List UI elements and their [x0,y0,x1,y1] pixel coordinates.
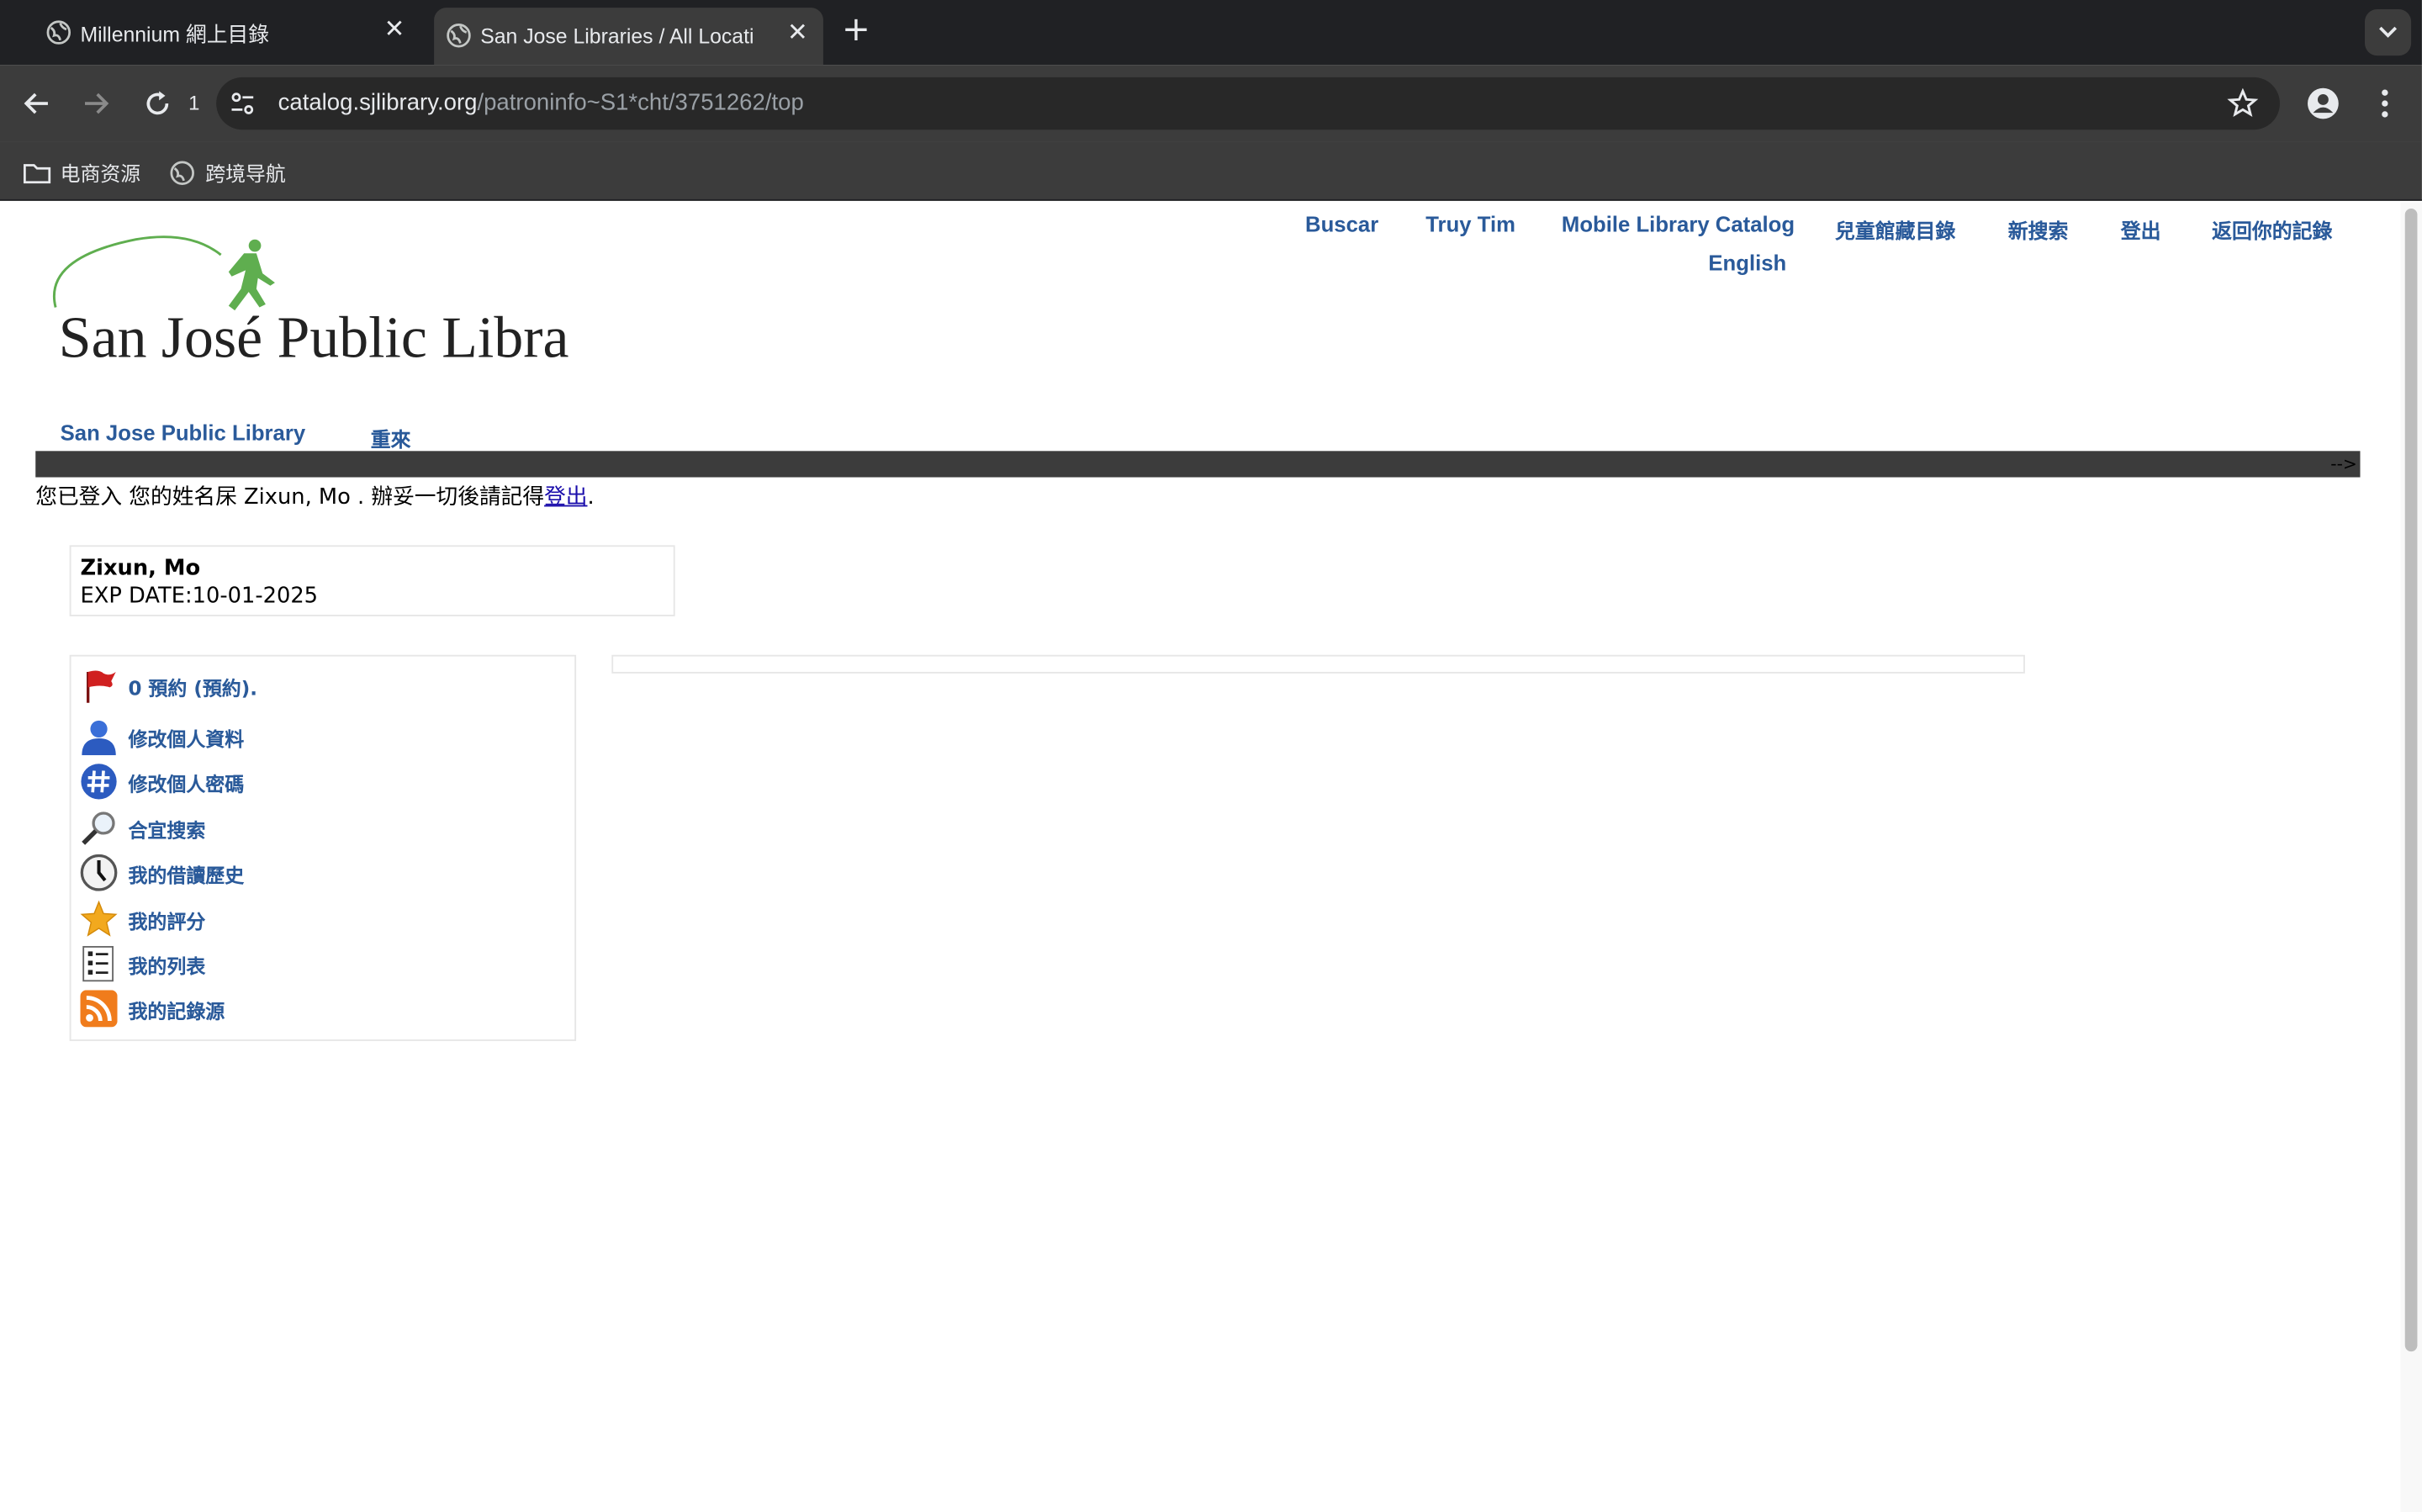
link-mobile-catalog[interactable]: Mobile Library Catalog [1562,212,1795,236]
logo-text: San José Public Library [59,305,568,370]
menu-item-label[interactable]: 合宜搜索 [128,813,205,843]
url-text: catalog.sjlibrary.org/patroninfo~S1*cht/… [278,90,804,116]
menu-item-preferred-search[interactable]: 合宜搜索 [81,809,205,846]
bookmark-link[interactable]: 跨境导航 [168,157,286,187]
bookmarks-bar: 电商资源 跨境导航 [0,141,2422,201]
more-menu-icon[interactable] [2376,87,2394,120]
link-sjpl-home[interactable]: San Jose Public Library [61,420,306,445]
menu-item-change-password[interactable]: 修改個人密碼 [81,763,245,800]
bar-arrow-text: --> [2330,453,2357,474]
menu-item-label[interactable]: 我的評分 [128,904,205,933]
viewport: Millennium 網上目錄 ✕ San Jose Libraries / A… [0,0,2422,1512]
patron-name: Zixun, Mo [80,556,201,581]
reload-icon[interactable] [140,87,174,120]
url-path: /patroninfo~S1*cht/3751262/top [477,89,804,116]
menu-item-ratings[interactable]: 我的評分 [80,900,205,938]
url-host: catalog.sjlibrary.org [278,89,478,116]
menu-item-label[interactable]: 修改個人資料 [128,722,244,752]
clock-icon [80,854,118,891]
login-message-suffix: . [587,484,595,510]
new-tab-button[interactable]: + [842,13,870,48]
flag-icon [87,670,116,703]
reload-count: 1 [188,91,200,114]
browser-toolbar: 1 catalog.sjlibrary.org/patroninfo~S1*ch… [0,65,2422,142]
menu-item-label[interactable]: 我的記錄源 [128,994,225,1023]
tab-search-button[interactable] [2364,9,2412,56]
dark-divider-bar: --> [35,451,2361,478]
profile-avatar-icon[interactable] [2306,87,2340,120]
bookmark-label: 跨境导航 [205,163,286,188]
globe-icon [447,24,471,48]
bookmark-star-icon[interactable] [2227,87,2259,119]
globe-icon [46,20,71,45]
chevron-down-icon [2379,26,2398,38]
link-new-search[interactable]: 新搜索 [2008,214,2069,245]
scrollbar-thumb[interactable] [2404,208,2418,1352]
menu-item-feeds[interactable]: 我的記錄源 [80,990,225,1028]
link-logout[interactable]: 登出 [2121,214,2161,245]
browser-tab-2-active[interactable]: San Jose Libraries / All Locati ✕ [434,8,823,66]
bookmark-folder[interactable]: 电商资源 [24,157,141,188]
close-tab-icon[interactable]: ✕ [384,18,405,43]
login-message: 您已登入 您的姓名杘 Zixun, Mo . 辦妥一切後請記得登出. [35,480,594,511]
content-panel [611,654,2025,674]
rss-icon [80,990,118,1028]
list-icon [82,945,114,982]
patron-menu: 0 預約 (預約). 修改個人資料 修改個人密碼 合宜搜索 我的借讀歷史 我的評… [69,654,577,1041]
magnifier-icon [82,812,115,845]
runner-figure [228,239,275,311]
browser-tab-1[interactable]: Millennium 網上目錄 ✕ [34,0,420,65]
star-icon [80,900,118,937]
menu-item-label[interactable]: 修改個人密碼 [128,767,244,796]
tab-title: San Jose Libraries / All Locati [480,24,754,48]
address-bar[interactable]: catalog.sjlibrary.org/patroninfo~S1*cht/… [216,77,2280,130]
menu-item-my-lists[interactable]: 我的列表 [81,945,205,982]
menu-item-label[interactable]: 我的列表 [128,949,205,979]
close-tab-icon[interactable]: ✕ [787,21,808,46]
link-kids-catalog[interactable]: 兒童館藏目錄 [1835,214,1955,245]
tab-title: Millennium 網上目錄 [80,23,270,47]
logout-link[interactable]: 登出 [544,485,587,510]
menu-item-edit-profile[interactable]: 修改個人資料 [81,718,245,756]
menu-item-label[interactable]: 0 預約 (預約). [128,671,257,700]
link-english[interactable]: English [1708,251,1786,275]
patron-info-box: Zixun, Mo EXP DATE:10-01-2025 [69,545,675,616]
menu-item-label[interactable]: 我的借讀歷史 [128,858,244,887]
link-buscar[interactable]: Buscar [1305,212,1378,236]
globe-icon [170,160,194,185]
login-message-text: 您已登入 您的姓名杘 Zixun, Mo . 辦妥一切後請記得 [35,484,545,510]
patron-exp-date: EXP DATE:10-01-2025 [80,584,319,609]
menu-item-holds[interactable]: 0 預約 (預約). [81,667,257,704]
link-return-record[interactable]: 返回你的記錄 [2212,214,2332,245]
menu-item-reading-history[interactable]: 我的借讀歷史 [80,854,245,891]
back-arrow-icon[interactable] [20,87,54,120]
hash-icon [81,764,117,800]
site-settings-icon[interactable] [229,90,256,118]
page-scrollbar[interactable] [2400,202,2422,1512]
tab-strip: Millennium 網上目錄 ✕ San Jose Libraries / A… [0,0,2422,66]
link-restart[interactable]: 重來 [371,423,411,453]
person-icon [82,720,116,756]
bookmark-label: 电商资源 [60,163,141,188]
page-content: San José Public Library Buscar Truy Tim … [0,202,2422,1512]
link-truy-tim[interactable]: Truy Tim [1425,212,1515,236]
forward-arrow-icon[interactable] [79,87,113,120]
library-logo[interactable]: San José Public Library [43,227,568,375]
folder-icon [24,163,51,183]
